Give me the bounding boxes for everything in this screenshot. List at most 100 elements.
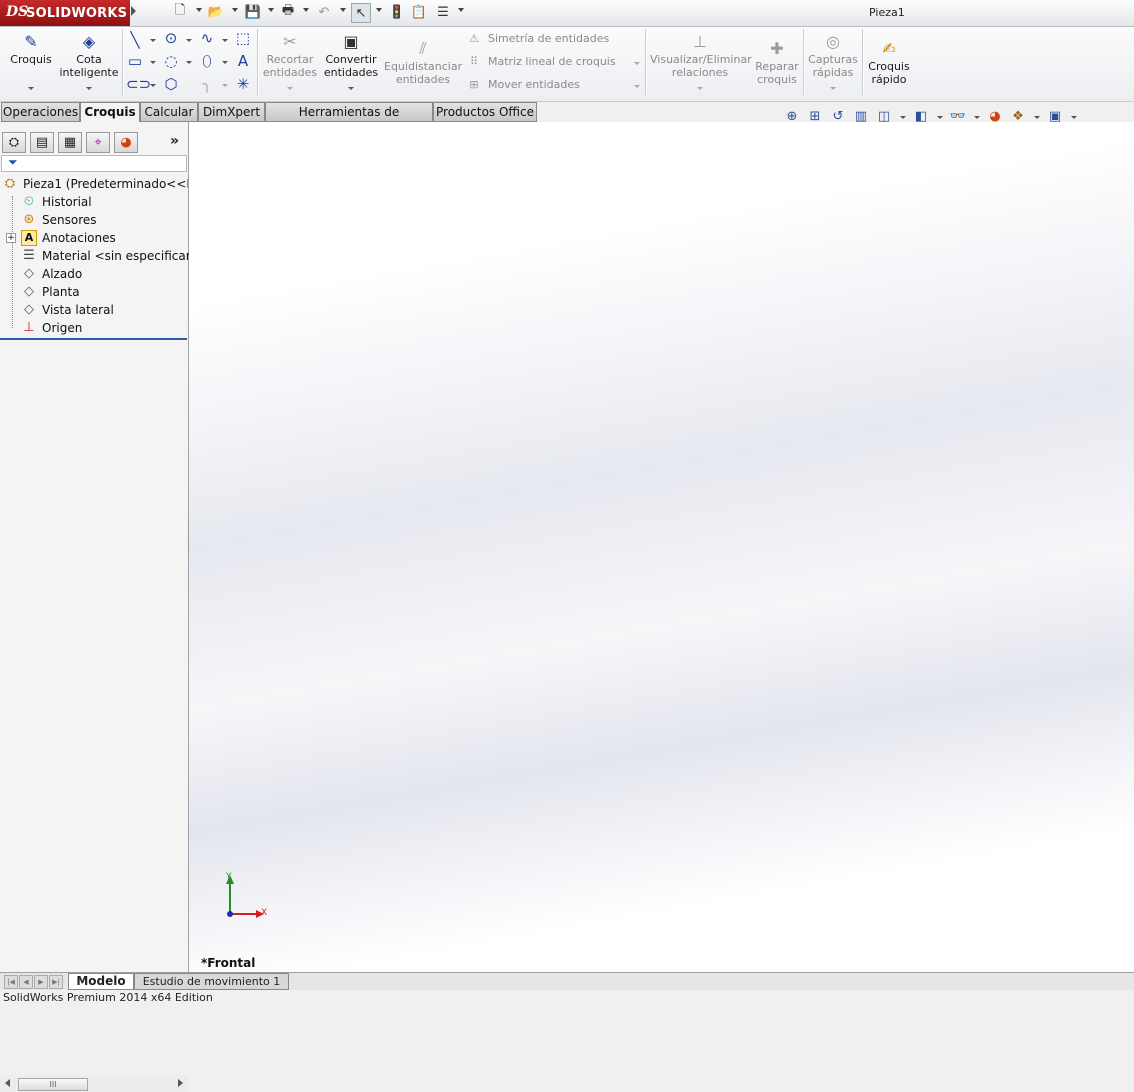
arc-icon[interactable]: ◌ — [162, 52, 180, 70]
move-entities-button[interactable]: ⊞ Mover entidades — [466, 78, 579, 91]
croquis-button[interactable]: ✎ Croquis — [6, 33, 56, 67]
repair-sketch-button[interactable]: ✚ Reparar croquis — [754, 40, 800, 87]
cota-dropdown-arrow[interactable] — [86, 87, 92, 90]
rectangle-icon[interactable]: ▭ — [126, 52, 144, 70]
fillet-icon[interactable]: ╮ — [198, 75, 216, 93]
spline-dropdown-arrow[interactable] — [222, 39, 228, 42]
property-manager-tab-icon[interactable]: ▤ — [30, 132, 54, 153]
scroll-right-icon[interactable] — [178, 1079, 183, 1087]
line-dropdown-arrow[interactable] — [150, 39, 156, 42]
display-style-icon[interactable]: ◧ — [912, 108, 930, 126]
slot-dropdown-arrow[interactable] — [150, 84, 156, 87]
offset-entities-button[interactable]: ⫽ Equidistanciar entidades — [384, 40, 462, 87]
convert-entities-button[interactable]: ▣ Convertir entidades — [322, 33, 380, 80]
previous-view-icon[interactable]: ↺ — [829, 108, 847, 126]
tab-herramientas-renderizado[interactable]: Herramientas de renderizado — [265, 102, 433, 137]
tab-operaciones[interactable]: Operaciones — [1, 102, 80, 122]
menu-expand-arrow-icon[interactable] — [131, 6, 136, 16]
display-style-dropdown-arrow[interactable] — [937, 116, 943, 119]
zoom-to-area-icon[interactable]: ⊞ — [806, 108, 824, 126]
rebuild-icon[interactable]: 🚦 — [388, 3, 406, 21]
line-icon[interactable]: ╲ — [126, 31, 144, 49]
section-view-icon[interactable]: ▥ — [852, 108, 870, 126]
view-orientation-dropdown-arrow[interactable] — [900, 116, 906, 119]
undo-dropdown-arrow[interactable] — [340, 8, 346, 12]
select-dropdown-arrow[interactable] — [376, 8, 382, 12]
display-delete-relations-button[interactable]: ⊥ Visualizar/Eliminar relaciones — [650, 33, 752, 80]
smart-dimension-button[interactable]: ◈ Cota inteligente — [58, 33, 120, 80]
tree-item-historial[interactable]: ⏲ Historial — [0, 193, 188, 211]
construction-geometry-icon[interactable]: ⬚ — [234, 29, 252, 47]
options-icon[interactable]: ☰ — [434, 3, 452, 21]
new-dropdown-arrow[interactable] — [196, 8, 202, 12]
view-settings-dropdown-arrow[interactable] — [1071, 116, 1077, 119]
relations-dropdown-arrow[interactable] — [697, 87, 703, 90]
hide-show-items-icon[interactable]: 👓 — [949, 108, 967, 126]
print-dropdown-arrow[interactable] — [303, 8, 309, 12]
tab-next-icon[interactable]: ▶ — [34, 975, 48, 989]
tree-filter-input[interactable]: ⏷ — [1, 155, 187, 172]
edit-appearance-icon[interactable]: ◕ — [986, 108, 1004, 126]
open-dropdown-arrow[interactable] — [232, 8, 238, 12]
fillet-dropdown-arrow[interactable] — [222, 84, 228, 87]
select-icon[interactable]: ↖ — [351, 3, 371, 23]
dimxpert-manager-tab-icon[interactable]: ⌖ — [86, 132, 110, 153]
tab-estudio-movimiento[interactable]: Estudio de movimiento 1 — [134, 973, 289, 990]
pattern-dropdown-arrow[interactable] — [634, 62, 640, 65]
linear-pattern-button[interactable]: ⠿ Matriz lineal de croquis — [466, 55, 616, 68]
ellipse-icon[interactable]: ⬯ — [198, 52, 216, 70]
trim-dropdown-arrow[interactable] — [287, 87, 293, 90]
tab-first-icon[interactable]: |◀ — [4, 975, 18, 989]
panel-horizontal-scrollbar[interactable]: III — [0, 1076, 188, 1092]
trim-entities-button[interactable]: ✂ Recortar entidades — [262, 33, 318, 80]
tree-item-planta[interactable]: ◇ Planta — [0, 283, 188, 301]
undo-icon[interactable]: ↶ — [315, 3, 333, 21]
panel-expand-icon[interactable]: » — [170, 133, 179, 149]
ellipse-dropdown-arrow[interactable] — [222, 61, 228, 64]
zoom-to-fit-icon[interactable]: ⊕ — [783, 108, 801, 126]
expand-icon[interactable]: + — [6, 233, 16, 243]
display-manager-tab-icon[interactable]: ◕ — [114, 132, 138, 153]
rectangle-dropdown-arrow[interactable] — [150, 61, 156, 64]
croquis-dropdown-arrow[interactable] — [28, 87, 34, 90]
snaps-dropdown-arrow[interactable] — [830, 87, 836, 90]
tab-prev-icon[interactable]: ◀ — [19, 975, 33, 989]
save-dropdown-arrow[interactable] — [268, 8, 274, 12]
rapid-sketch-button[interactable]: ✍ Croquis rápido — [866, 40, 912, 87]
configuration-manager-tab-icon[interactable]: ▦ — [58, 132, 82, 153]
file-properties-icon[interactable]: 📋 — [410, 3, 428, 21]
tab-last-icon[interactable]: ▶| — [49, 975, 63, 989]
solidworks-logo[interactable]: DS SOLIDWORKS — [0, 0, 130, 26]
tree-item-origen[interactable]: ⊥ Origen — [0, 319, 188, 337]
view-settings-icon[interactable]: ▣ — [1046, 108, 1064, 126]
convert-dropdown-arrow[interactable] — [348, 87, 354, 90]
apply-scene-icon[interactable]: ❖ — [1009, 108, 1027, 126]
tree-item-vista-lateral[interactable]: ◇ Vista lateral — [0, 301, 188, 319]
circle-dropdown-arrow[interactable] — [186, 39, 192, 42]
scroll-thumb[interactable]: III — [18, 1078, 88, 1091]
arc-dropdown-arrow[interactable] — [186, 61, 192, 64]
scroll-left-icon[interactable] — [5, 1079, 10, 1087]
open-icon[interactable]: 📂 — [207, 3, 225, 21]
point-icon[interactable]: ✳ — [234, 75, 252, 93]
tab-calcular[interactable]: Calcular — [140, 102, 198, 122]
tree-item-sensores[interactable]: ⊛ Sensores — [0, 211, 188, 229]
print-icon[interactable]: 🖶 — [279, 3, 297, 21]
move-dropdown-arrow[interactable] — [634, 85, 640, 88]
tree-root-part[interactable]: ⛭ Pieza1 (Predeterminado<<Pred — [0, 175, 188, 193]
save-icon[interactable]: 💾 — [244, 3, 262, 21]
graphics-area[interactable] — [189, 122, 1134, 972]
tree-item-material[interactable]: ☰ Material <sin especificar> — [0, 247, 201, 265]
polygon-icon[interactable]: ⬡ — [162, 75, 180, 93]
quick-snaps-button[interactable]: ◎ Capturas rápidas — [807, 33, 859, 80]
mirror-entities-button[interactable]: ⚠ Simetría de entidades — [466, 32, 609, 45]
options-dropdown-arrow[interactable] — [458, 8, 464, 12]
tab-dimxpert[interactable]: DimXpert — [198, 102, 265, 122]
scene-dropdown-arrow[interactable] — [1034, 116, 1040, 119]
tab-modelo[interactable]: Modelo — [68, 973, 134, 990]
tab-productos-office[interactable]: Productos Office — [433, 102, 537, 122]
hide-show-dropdown-arrow[interactable] — [974, 116, 980, 119]
tree-item-anotaciones[interactable]: + A Anotaciones — [0, 229, 188, 247]
rollback-bar[interactable] — [0, 338, 187, 340]
spline-icon[interactable]: ∿ — [198, 29, 216, 47]
